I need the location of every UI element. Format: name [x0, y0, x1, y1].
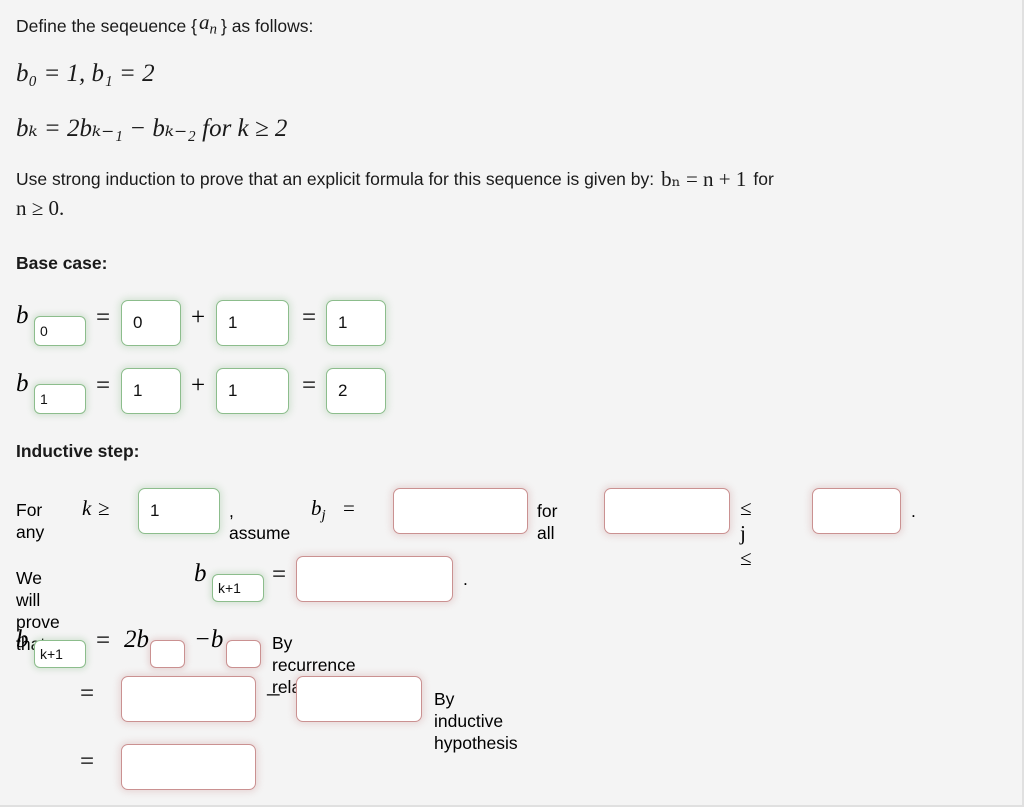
assume-line-equals: = [343, 496, 355, 520]
base-case-row-1-term2-box[interactable]: 1 [216, 368, 289, 414]
problem-intro-prefix: Define the seqeuence { [16, 15, 197, 36]
base-case-row-0-subscript-value: 0 [40, 323, 48, 339]
assume-line-formula-box[interactable] [393, 488, 528, 534]
assume-line-comma-assume: , assume [229, 501, 291, 543]
base-case-row-1-term2-value: 1 [228, 381, 238, 400]
instruction-formula: bₙ = n + 1 [661, 167, 747, 191]
assume-line-lower-bound-box[interactable] [604, 488, 730, 534]
problem-intro-variable: an [198, 10, 217, 38]
derivation-1-equals: = [80, 680, 95, 707]
base-case-row-1-subscript-value: 1 [40, 391, 48, 407]
derivation-0-lhs-subscript-value: k+1 [40, 646, 63, 662]
base-case-row-1-equals-1: = [96, 372, 111, 399]
derivation-0-lhs-variable: b [16, 626, 29, 653]
base-case-row-0-equals-1: = [96, 304, 111, 331]
derivation-0-lhs-subscript-box[interactable]: k+1 [34, 640, 86, 668]
assume-line-b-symbol: bj [311, 496, 326, 524]
base-case-row-0-term1-value: 0 [133, 313, 143, 332]
derivation-2-equals: = [80, 748, 95, 775]
derivation-1-justification: By inductive hypothesis [434, 689, 518, 753]
base-case-row-1-result-value: 2 [338, 381, 348, 400]
base-case-row-0-result-value: 1 [338, 313, 348, 332]
derivation-1-term1-box[interactable] [121, 676, 256, 722]
base-case-row-1-term1-value: 1 [133, 381, 143, 400]
base-case-row-1-variable: b [16, 370, 29, 397]
assume-line-range-mid: ≤ j ≤ [740, 496, 752, 570]
base-case-row-1-result-box[interactable]: 2 [326, 368, 386, 414]
prove-line-target-box[interactable] [296, 556, 453, 602]
base-case-row-0-term2-value: 1 [228, 313, 238, 332]
base-case-row-0-plus: + [191, 304, 206, 331]
assume-line-period: . [911, 501, 916, 521]
derivation-0-equals: = [96, 627, 111, 654]
worksheet-page: Define the seqeuence { an } as follows: … [0, 0, 1024, 807]
inductive-step-heading: Inductive step: [16, 441, 140, 461]
assume-line-for-all: for all [537, 501, 558, 543]
base-case-row-1-subscript-box[interactable]: 1 [34, 384, 86, 414]
base-case-row-1-equals-2: = [302, 372, 317, 399]
instruction-text-part2: for [753, 169, 774, 189]
derivation-0-minus-b: −b [194, 626, 224, 653]
assume-line-k-bound-box[interactable]: 1 [138, 488, 220, 534]
assume-line-k-bound-value: 1 [150, 501, 160, 520]
problem-intro-line: Define the seqeuence { an } as follows: [16, 11, 313, 41]
base-case-row-1-plus: + [191, 372, 206, 399]
prove-line-equals: = [272, 561, 287, 588]
problem-instruction-line-1: Use strong induction to prove that an ex… [16, 168, 774, 190]
problem-intro-suffix: } as follows: [220, 15, 314, 36]
problem-definition-line-1: b₀ = 1, b₁ = 2 [16, 60, 155, 87]
base-case-row-1-term1-box[interactable]: 1 [121, 368, 181, 414]
assume-line-upper-bound-box[interactable] [812, 488, 901, 534]
problem-definition-line-2: bₖ = 2bₖ₋₁ − bₖ₋₂ for k ≥ 2 [16, 115, 288, 142]
base-case-heading: Base case: [16, 253, 108, 273]
prove-line-subscript-box[interactable]: k+1 [212, 574, 264, 602]
assume-line-k-symbol: k [82, 496, 92, 520]
derivation-0-subscript2-box[interactable] [226, 640, 261, 668]
base-case-row-0-variable: b [16, 302, 29, 329]
derivation-0-subscript1-box[interactable] [150, 640, 185, 668]
assume-line-ge-symbol: ≥ [98, 496, 110, 520]
instruction-text-part1: Use strong induction to prove that an ex… [16, 169, 655, 189]
derivation-1-minus: – [267, 680, 280, 707]
assume-line-prefix: For any [16, 500, 45, 542]
prove-line-b-symbol: b [194, 560, 207, 587]
derivation-0-coefficient: 2b [124, 626, 149, 653]
problem-instruction-line-2: n ≥ 0. [16, 196, 65, 220]
base-case-row-0-subscript-box[interactable]: 0 [34, 316, 86, 346]
base-case-row-0-result-box[interactable]: 1 [326, 300, 386, 346]
prove-line-subscript-value: k+1 [218, 580, 241, 596]
base-case-row-0-term1-box[interactable]: 0 [121, 300, 181, 346]
base-case-row-0-equals-2: = [302, 304, 317, 331]
derivation-2-term1-box[interactable] [121, 744, 256, 790]
base-case-row-0-term2-box[interactable]: 1 [216, 300, 289, 346]
prove-line-period: . [463, 569, 468, 589]
derivation-1-term2-box[interactable] [296, 676, 422, 722]
